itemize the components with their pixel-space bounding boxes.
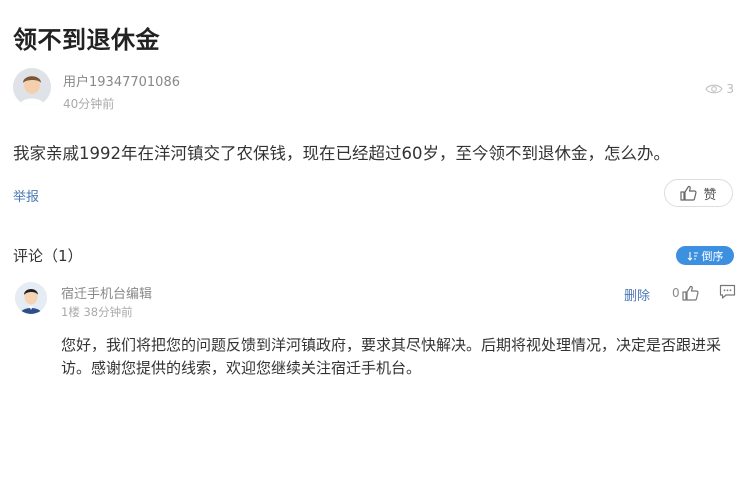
comment-meta: 1楼 38分钟前 <box>61 305 133 319</box>
delete-comment-link[interactable]: 删除 <box>624 285 650 304</box>
comments-heading: 评论（1） <box>13 247 83 265</box>
editor-avatar-icon <box>15 282 47 314</box>
like-button[interactable]: 赞 <box>664 179 733 207</box>
avatar[interactable] <box>13 68 51 106</box>
page-title: 领不到退休金 <box>13 26 160 54</box>
comment-like-button[interactable]: 0 <box>672 285 699 301</box>
thumbs-up-icon <box>682 285 699 301</box>
user-avatar-icon <box>13 68 51 106</box>
sort-button[interactable]: 倒序 <box>676 246 734 265</box>
sort-icon <box>687 251 698 261</box>
report-link[interactable]: 举报 <box>13 186 39 205</box>
comment-bubble-icon <box>719 284 736 299</box>
post-body: 我家亲戚1992年在洋河镇交了农保钱，现在已经超过60岁，至今领不到退休金，怎么… <box>13 144 670 163</box>
like-label: 赞 <box>703 187 717 203</box>
commenter-avatar[interactable] <box>15 282 47 314</box>
thumbs-up-icon <box>680 185 698 201</box>
post-author[interactable]: 用户19347701086 <box>63 71 180 90</box>
view-count-value: 3 <box>726 82 734 96</box>
post-time: 40分钟前 <box>63 97 115 111</box>
reply-button[interactable] <box>719 284 736 304</box>
eye-icon <box>705 84 724 94</box>
comment-like-count: 0 <box>672 286 680 300</box>
sort-label: 倒序 <box>701 249 724 263</box>
view-count: 3 <box>705 82 734 96</box>
comment-body: 您好，我们将把您的问题反馈到洋河镇政府，要求其尽快解决。后期将视处理情况，决定是… <box>61 336 722 377</box>
comment-author[interactable]: 宿迁手机台编辑 <box>61 283 152 302</box>
